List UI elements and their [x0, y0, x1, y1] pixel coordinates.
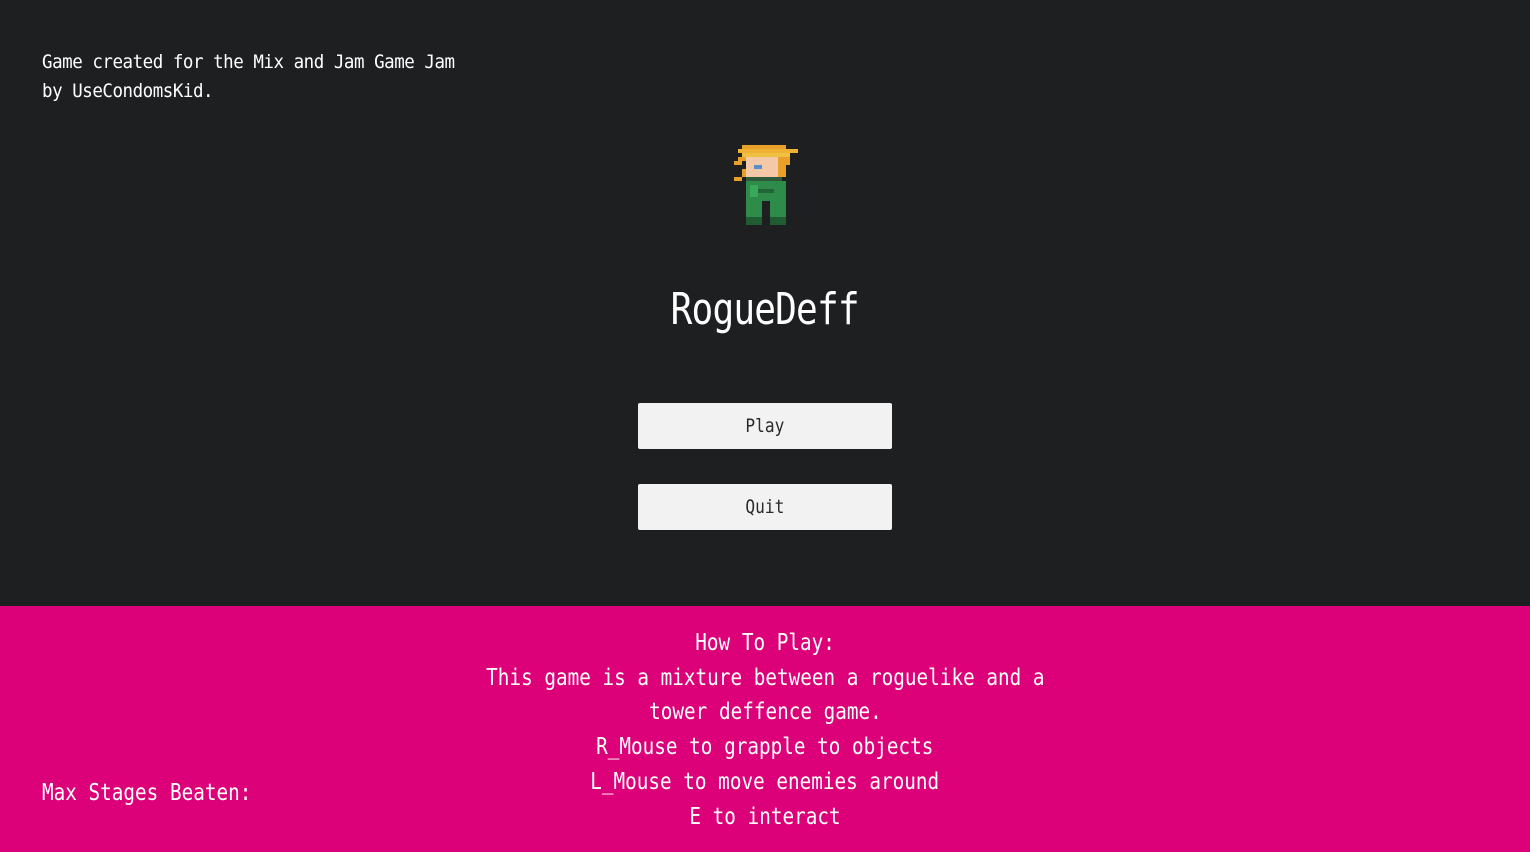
how-to-play-line-4: L_Mouse to move enemies around [590, 768, 940, 795]
credits-line-2: by UseCondomsKid. [42, 80, 214, 102]
game-title-text: RogueDeff [670, 284, 860, 335]
how-to-play-line: This game is a mixture between a rogueli… [0, 661, 1530, 696]
credits-text: Game created for the Mix and Jam Game Ja… [42, 48, 455, 106]
game-title: RogueDeff [0, 284, 1530, 335]
how-to-play-heading-text: How To Play: [695, 630, 835, 656]
info-panel: How To Play: This game is a mixture betw… [0, 606, 1530, 852]
play-button[interactable]: Play [638, 403, 892, 449]
how-to-play-line-1: This game is a mixture between a rogueli… [485, 664, 1045, 691]
how-to-play-line-5: E to interact [689, 803, 841, 830]
credits-line-1: Game created for the Mix and Jam Game Ja… [42, 51, 455, 73]
how-to-play-heading: How To Play: [0, 626, 1530, 661]
how-to-play-line: tower deffence game. [0, 695, 1530, 730]
how-to-play-line-3: R_Mouse to grapple to objects [596, 734, 934, 761]
main-menu-area: Game created for the Mix and Jam Game Ja… [0, 0, 1530, 606]
quit-button-label: Quit [745, 496, 785, 518]
max-stages-label: Max Stages Beaten: [42, 780, 252, 806]
player-character-icon [734, 145, 798, 225]
how-to-play-line: R_Mouse to grapple to objects [0, 730, 1530, 765]
how-to-play-line-2: tower deffence game. [648, 699, 882, 726]
play-button-label: Play [745, 415, 785, 437]
quit-button[interactable]: Quit [638, 484, 892, 530]
